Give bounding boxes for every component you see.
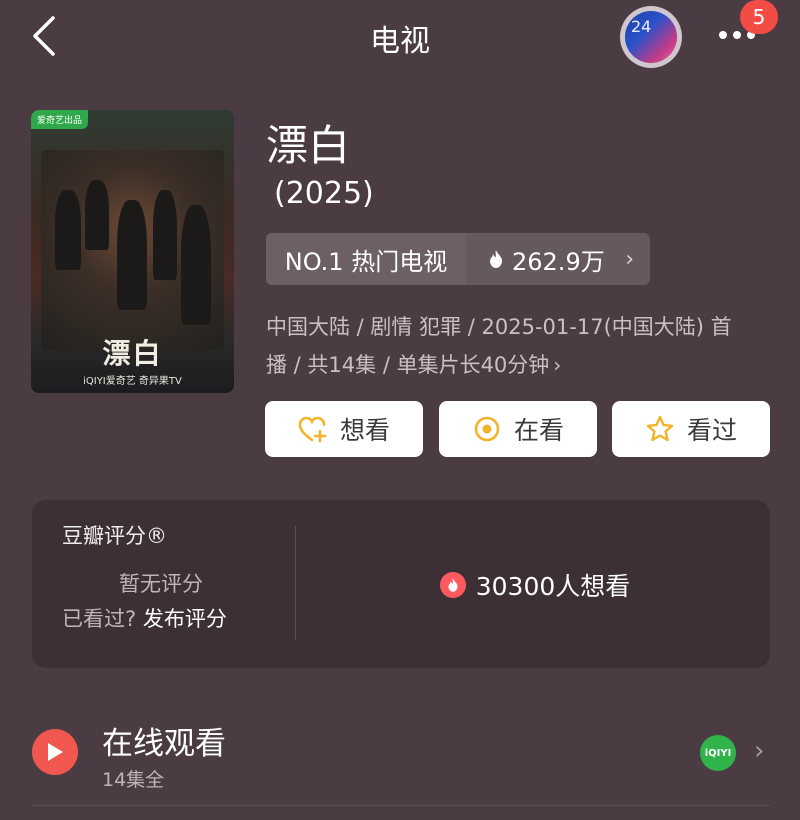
avatar-number: 24 (631, 17, 652, 36)
flame-icon (490, 250, 502, 268)
meta-info[interactable]: 中国大陆 / 剧情 犯罪 / 2025-01-17(中国大陆) 首 播 / 共1… (266, 308, 776, 384)
watching-button[interactable]: 在看 (439, 401, 597, 457)
target-icon (472, 414, 502, 444)
publish-rating-link[interactable]: 发布评分 (143, 607, 227, 631)
online-watch-title[interactable]: 在线观看 (102, 718, 226, 763)
watched-button[interactable]: 看过 (612, 401, 770, 457)
chevron-right-icon[interactable]: › (754, 736, 764, 766)
chevron-right-icon: › (553, 353, 562, 377)
divider (32, 805, 770, 806)
poster-footer: iQIYI爱奇艺 奇异果TV (83, 376, 182, 387)
rating-none: 暂无评分 (119, 572, 203, 596)
show-title: 漂白 (266, 121, 351, 170)
poster[interactable]: 爱奇艺出品 漂白 iQIYI爱奇艺 奇异果TV (31, 110, 234, 393)
avatar-image: 24 (625, 11, 677, 63)
play-icon[interactable] (32, 729, 78, 775)
poster-figure (117, 200, 147, 310)
rating-seen-row: 已看过? 发布评分 (62, 603, 227, 633)
want-to-watch-button[interactable]: 想看 (265, 401, 423, 457)
chevron-right-icon: › (625, 246, 634, 272)
rank-label: NO.1 热门电视 (266, 233, 466, 285)
heat-value: 262.9万 (512, 247, 605, 276)
seen-question: 已看过? (62, 607, 137, 631)
meta-line-1: 中国大陆 / 剧情 犯罪 / 2025-01-17(中国大陆) 首 (266, 315, 732, 339)
divider (295, 526, 296, 640)
poster-scene (41, 150, 224, 350)
poster-tag: 爱奇艺出品 (31, 110, 89, 129)
watching-label: 在看 (513, 416, 564, 445)
more-dots-icon (719, 31, 727, 39)
watched-label: 看过 (686, 416, 737, 445)
show-year: (2025) (274, 176, 374, 211)
poster-figure (181, 205, 211, 325)
meta-line-2-row: 播 / 共14集 / 单集片长40分钟 › (266, 346, 776, 384)
iqiyi-icon[interactable]: iQIYI (700, 735, 736, 771)
star-outline-icon (645, 414, 675, 444)
heat-value-row: 262.9万 › (466, 233, 650, 285)
rating-label: 豆瓣评分® (62, 524, 167, 548)
rank-box[interactable]: NO.1 热门电视 262.9万 › (266, 233, 650, 285)
want-to-watch-label: 想看 (339, 416, 390, 445)
meta-line-2: 播 / 共14集 / 单集片长40分钟 (266, 353, 550, 377)
more-dot (733, 31, 741, 39)
poster-figure (153, 190, 177, 280)
notification-badge: 5 (740, 0, 778, 34)
poster-figure (85, 180, 109, 250)
flame-icon (439, 572, 466, 598)
avatar[interactable]: 24 (620, 6, 682, 68)
poster-logo: 漂白 (102, 337, 163, 370)
poster-figure (55, 190, 81, 270)
wish-count: 30300人想看 (475, 572, 631, 601)
wish-count-row: 30300人想看 (300, 567, 770, 603)
online-watch-subtitle: 14集全 (102, 769, 165, 791)
heart-plus-icon (298, 414, 328, 444)
